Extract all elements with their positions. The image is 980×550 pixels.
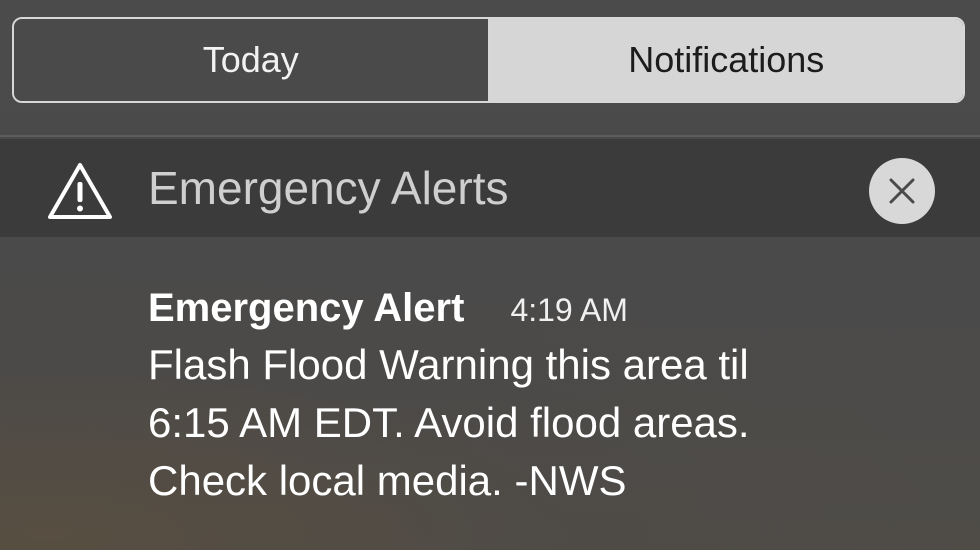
- notification-body-line: Check local media. -NWS: [148, 457, 627, 504]
- section-title: Emergency Alerts: [148, 162, 509, 214]
- warning-triangle-icon: [48, 163, 112, 219]
- section-header: Emergency Alerts: [0, 139, 980, 237]
- clear-section-button[interactable]: [869, 158, 935, 224]
- divider: [0, 135, 980, 137]
- notification-time: 4:19 AM: [510, 292, 628, 328]
- notification-body: Flash Flood Warning this area til 6:15 A…: [148, 336, 948, 510]
- close-icon: [889, 178, 915, 204]
- tab-notifications[interactable]: Notifications: [487, 19, 963, 101]
- notification-body-line: Flash Flood Warning this area til: [148, 341, 749, 388]
- notification-heading: Emergency Alert 4:19 AM: [148, 282, 948, 334]
- notification-body-line: 6:15 AM EDT. Avoid flood areas.: [148, 399, 750, 446]
- tab-today[interactable]: Today: [14, 19, 488, 101]
- notification-title: Emergency Alert: [148, 286, 465, 330]
- segmented-control: Today Notifications: [12, 17, 965, 103]
- notification-item[interactable]: Emergency Alert 4:19 AM Flash Flood Warn…: [148, 282, 948, 510]
